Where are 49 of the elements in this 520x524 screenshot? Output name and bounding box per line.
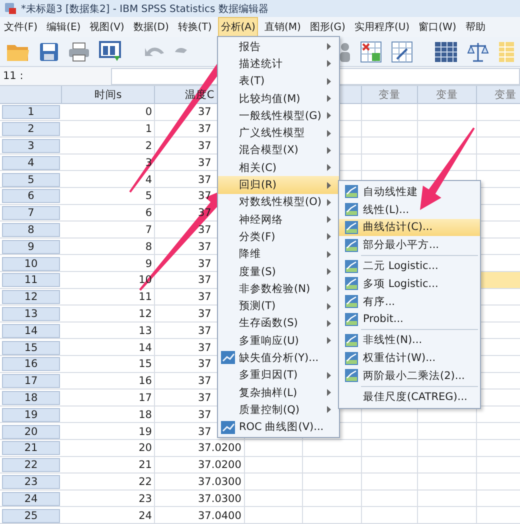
table-cell: 19 bbox=[138, 426, 152, 438]
table-cell: 37 bbox=[198, 375, 212, 388]
table-cell: 22 bbox=[138, 476, 152, 488]
table-cell: 37 bbox=[198, 426, 212, 438]
table-cell: 7 bbox=[145, 224, 152, 236]
table-cell: 6 bbox=[145, 207, 152, 220]
table-cell: 8 bbox=[145, 240, 152, 253]
table-cell: 9 bbox=[145, 258, 152, 270]
table-cell: 4 bbox=[145, 174, 152, 186]
table-cell: 11 bbox=[138, 291, 152, 304]
table-cell: 14 bbox=[138, 342, 152, 354]
table-cell: 37 bbox=[198, 224, 212, 236]
table-cell: 37.0400 bbox=[198, 510, 242, 522]
table-cell: 16 bbox=[138, 375, 152, 388]
table-cell: 18 bbox=[138, 408, 152, 421]
table-cell: 2 bbox=[145, 140, 152, 152]
table-cell: 15 bbox=[138, 358, 152, 370]
table-cell: 20 bbox=[138, 442, 152, 454]
table-cell: 37 bbox=[198, 190, 212, 202]
table-cell: 1 bbox=[145, 123, 152, 136]
table-cell: 21 bbox=[138, 459, 152, 472]
cell-reference: 11 : bbox=[2, 70, 24, 82]
table-cell: 37 bbox=[198, 106, 212, 118]
table-cell: 24 bbox=[138, 510, 152, 522]
table-cell: 37 bbox=[198, 342, 212, 354]
table-cell: 37.0200 bbox=[198, 459, 242, 472]
table-cell: 37.0300 bbox=[198, 492, 242, 505]
table-cell: 17 bbox=[138, 392, 152, 404]
table-cell: 37.0200 bbox=[198, 442, 242, 454]
table-cell: 0 bbox=[145, 106, 152, 118]
table-cell: 37 bbox=[198, 324, 212, 337]
table-cell: 37 bbox=[198, 174, 212, 186]
table-cell: 13 bbox=[138, 324, 152, 337]
table-cell: 37 bbox=[198, 240, 212, 253]
table-cell: 37 bbox=[198, 156, 212, 169]
table-cell: 37 bbox=[198, 274, 212, 286]
table-cell: 37 bbox=[198, 258, 212, 270]
table-cell: 37 bbox=[198, 408, 212, 421]
table-cell: 12 bbox=[138, 308, 152, 320]
table-cell: 5 bbox=[145, 190, 152, 202]
window-title: *未标题3 [数据集2] - IBM SPSS Statistics 数据编辑器 bbox=[21, 2, 268, 16]
table-cell: 23 bbox=[138, 492, 152, 505]
table-cell: 37 bbox=[198, 291, 212, 304]
table-cell: 37.0300 bbox=[198, 476, 242, 488]
table-cell: 37 bbox=[198, 140, 212, 152]
table-cell: 37 bbox=[198, 123, 212, 136]
table-cell: 37 bbox=[198, 392, 212, 404]
table-cell: 37 bbox=[198, 308, 212, 320]
table-cell: 37 bbox=[198, 358, 212, 370]
